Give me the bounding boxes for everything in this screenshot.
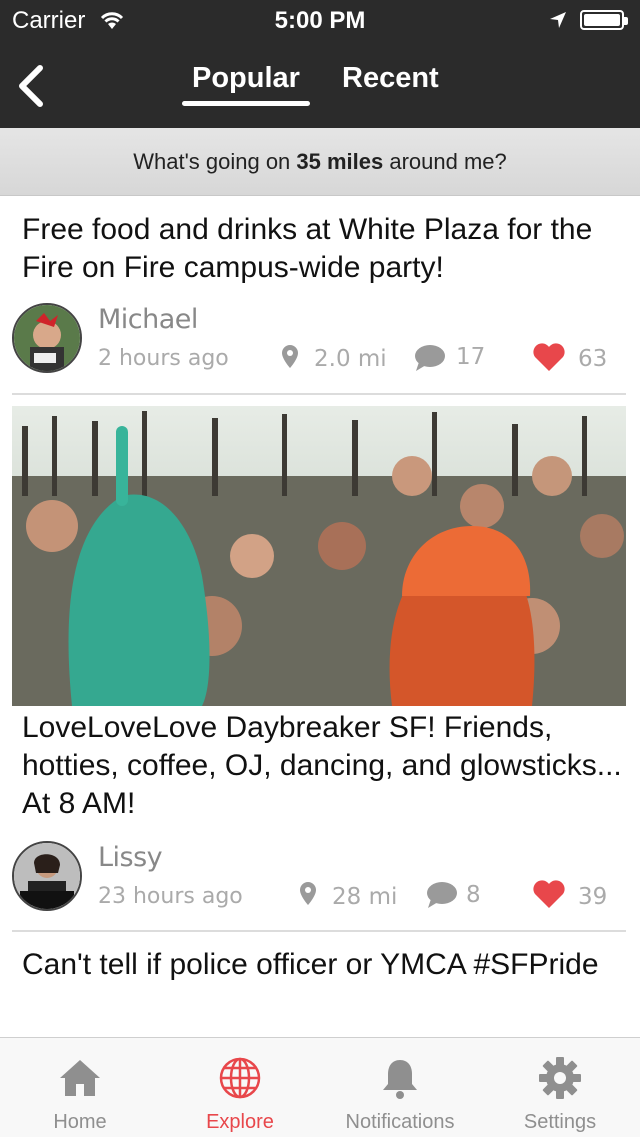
- comment-bubble-icon[interactable]: [414, 344, 446, 372]
- post-title[interactable]: LoveLoveLove Daybreaker SF! Friends, hot…: [22, 709, 622, 823]
- like-count: 39: [578, 884, 608, 910]
- tab-label: Explore: [206, 1111, 274, 1133]
- home-icon: [60, 1060, 100, 1096]
- globe-icon: [219, 1057, 261, 1099]
- banner-distance: 35 miles: [296, 149, 384, 174]
- post-distance: 28 mi: [332, 884, 398, 910]
- post-divider: [12, 393, 626, 395]
- post-distance: 2.0 mi: [314, 346, 387, 372]
- gear-icon: [539, 1057, 581, 1099]
- post-time: 2 hours ago: [98, 346, 229, 371]
- comment-count: 8: [466, 882, 481, 908]
- bell-icon: [383, 1060, 417, 1099]
- post-title[interactable]: Free food and drinks at White Plaza for …: [22, 211, 622, 287]
- location-arrow-icon: [550, 12, 566, 28]
- distance-banner[interactable]: What's going on 35 miles around me?: [0, 128, 640, 196]
- banner-prefix: What's going on: [133, 149, 297, 174]
- tab-recent[interactable]: Recent: [342, 62, 439, 95]
- post-title[interactable]: Can't tell if police officer or YMCA #SF…: [22, 946, 622, 984]
- heart-icon[interactable]: [532, 342, 566, 372]
- heart-icon[interactable]: [532, 879, 566, 909]
- battery-icon: [580, 10, 628, 30]
- tab-home[interactable]: Home: [0, 1038, 160, 1137]
- avatar[interactable]: [12, 841, 82, 911]
- avatar[interactable]: [12, 303, 82, 373]
- comment-bubble-icon[interactable]: [426, 881, 458, 909]
- status-bar: Carrier 5:00 PM: [0, 0, 640, 40]
- banner-suffix: around me?: [383, 149, 507, 174]
- tab-notifications[interactable]: Notifications: [320, 1038, 480, 1137]
- post-photo[interactable]: [12, 406, 626, 706]
- comment-count: 17: [456, 344, 486, 370]
- tab-explore[interactable]: Explore: [160, 1038, 320, 1137]
- like-count: 63: [578, 346, 608, 372]
- tab-label: Home: [53, 1111, 107, 1133]
- username[interactable]: Lissy: [98, 842, 163, 873]
- tab-label: Settings: [523, 1111, 597, 1133]
- tab-settings[interactable]: Settings: [480, 1038, 640, 1137]
- username[interactable]: Michael: [98, 304, 198, 335]
- post-divider: [12, 930, 626, 932]
- tab-selected-indicator: [182, 101, 310, 106]
- top-bar: Carrier 5:00 PM Popular Recent: [0, 0, 640, 128]
- tab-popular[interactable]: Popular: [192, 62, 300, 95]
- post-time: 23 hours ago: [98, 884, 243, 909]
- back-chevron-icon[interactable]: [14, 62, 50, 110]
- clock: 5:00 PM: [274, 7, 366, 34]
- location-pin-icon: [300, 882, 316, 905]
- location-pin-icon: [282, 345, 298, 368]
- tab-label: Notifications: [345, 1111, 455, 1133]
- bottom-tab-bar: Home Explore Notifications Settings: [0, 1037, 640, 1137]
